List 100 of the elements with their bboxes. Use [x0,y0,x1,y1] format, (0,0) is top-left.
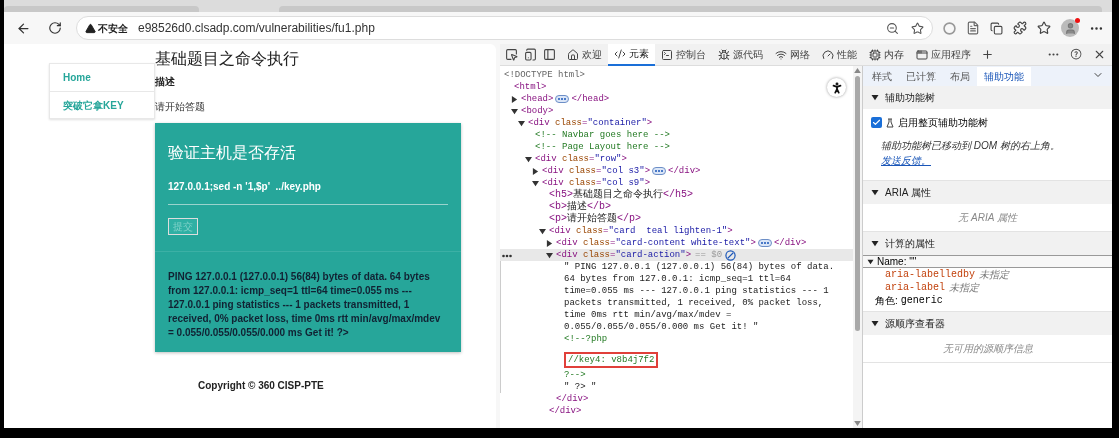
property-key: aria-label [885,282,945,294]
page-heading: 基础题目之命令执行 [155,49,300,69]
code-line: </head> [571,93,610,105]
property-name: Name: "" [877,255,917,269]
section-title: ARIA 属性 [885,186,931,200]
favorites-icon[interactable] [1037,21,1051,35]
element-row[interactable]: <div class="col s3"> </div> [500,165,853,177]
help-icon[interactable] [1070,48,1083,61]
devtools-tab[interactable]: 网络 [769,43,816,66]
circle-icon[interactable] [943,21,956,35]
check-icon [872,118,881,127]
section-header[interactable]: 计算的属性 [863,232,1112,255]
devtools-tab[interactable]: 性能 [816,43,863,66]
expanded-triangle-icon[interactable] [518,120,525,127]
devtools-tab[interactable]: 内存 [863,43,910,66]
expanded-triangle-icon[interactable] [871,189,879,196]
element-row[interactable]: <div class="card-content white-text"> </div> [500,237,853,249]
tab-icon [718,48,730,61]
expanded-triangle-icon[interactable] [871,240,879,247]
section-title: 源顺序查看器 [885,317,945,331]
device-icon[interactable] [524,48,537,61]
section-header[interactable]: 辅助功能树 [863,86,1112,109]
code-line: <div class="container"> [528,117,653,129]
property-key: aria-labelledby [885,269,975,281]
element-row[interactable]: <div class="container"> [500,117,853,129]
element-row[interactable]: <body> [500,105,853,117]
element-row[interactable]: <div class="col s9"> [500,177,853,189]
expanded-triangle-icon[interactable] [525,156,532,163]
expanded-triangle-icon[interactable] [871,94,879,101]
checkbox[interactable] [871,117,882,128]
element-row[interactable]: <head> </head> [500,93,853,105]
code-line: </div> [556,394,589,404]
code-line: <b>描述</b> [549,201,612,212]
property-value: generic [900,295,943,307]
avatar[interactable] [1061,19,1079,37]
property-row[interactable]: Name: "" [863,255,1112,268]
code-comment: <!--?php [564,333,608,345]
expanded-triangle-icon[interactable] [867,258,874,265]
feedback-link[interactable]: 发送反馈。 [881,153,931,168]
empty-message: 无 ARIA 属性 [958,212,1017,223]
code-line: <p>请开始答题</p> [549,213,642,224]
element-row[interactable]: <html> [500,81,853,93]
copyright-text: Copyright © 360 CISP-PTE [198,380,324,391]
address-bar[interactable]: 不安全 e98526d0.clsadp.com/vulnerabilities/fu1.php [76,16,933,40]
element-row[interactable]: <div class="card-action"> == $0 [500,249,853,261]
tab-icon [614,47,626,60]
code-line: <head> [521,93,554,105]
element-row[interactable]: <div class="row"> [500,153,853,165]
collapsed-triangle-icon[interactable] [532,168,539,175]
devtools-tab[interactable]: 控制台 [655,43,712,66]
devtools-tab[interactable]: 元素 [608,43,655,66]
devtools-tab[interactable]: 欢迎 [561,43,608,66]
scroll-up-icon[interactable] [854,68,861,73]
url-text: e98526d0.clsadp.com/vulnerabilities/fu1.php [138,20,375,37]
expanded-triangle-icon[interactable] [532,180,539,187]
tab-icon [775,48,787,61]
zoom-out-icon[interactable] [886,21,899,35]
code-text: " ?> " [564,382,597,392]
accessibility-button[interactable] [827,78,846,97]
code-line: </div> [773,237,807,249]
tab-icon [869,48,881,61]
section-header[interactable]: 源顺序查看器 [863,312,1112,335]
code-comment: <!-- Navbar goes here --> [535,129,671,141]
devtools-tab[interactable]: 应用程序 [910,43,977,66]
close-icon[interactable] [1093,48,1106,61]
code-line: <div class="card-action"> [556,249,692,261]
empty-message: 无可用的源顺序信息 [942,343,1033,354]
sidebar-tab[interactable]: 布局 [943,67,977,86]
expanded-triangle-icon[interactable] [511,108,518,115]
collections-icon[interactable] [990,21,1003,35]
collapsed-triangle-icon[interactable] [546,240,553,247]
star-icon[interactable] [911,21,924,35]
code-line: <html> [514,81,547,93]
puzzle-icon[interactable] [1013,21,1027,35]
document-icon[interactable] [966,21,980,35]
description-label: 描述 [155,75,176,89]
code-text: " PING 127.0.0.1 (127.0.0.1) 56(84) bytes of data. 64 bytes from 127.0.0.1: icmp_seq=1 ttl=64 time=0.055 ms --- 127.0.0.1 ping statistics --- 1 packets transmitted, 1 received, 0% packet loss, time 0ms rtt min/avg/max/mdev = 0.055/0.055/0.055/0.000 ms Get it! " [564,262,835,332]
property-value: 未指定 [979,269,1009,281]
add-tab-icon[interactable] [981,48,994,61]
scrollbar-thumb[interactable] [855,76,860,331]
element-row[interactable]: <div class="card teal lighten-1"> [500,225,853,237]
user-icon [1063,21,1077,35]
section-header[interactable]: ARIA 属性 [863,181,1112,204]
sidebar-tab[interactable]: 辅助功能 [977,67,1031,86]
devtools-tab[interactable]: 源代码 [712,43,769,66]
warning-icon [85,22,96,34]
ellipsis-icon[interactable] [502,254,512,258]
sidebar-icon[interactable] [543,48,556,61]
intro-text: 请开始答题 [155,100,206,114]
property-key: 角色: [875,295,898,307]
sidebar-tab[interactable]: 样式 [865,67,899,86]
inspect-icon[interactable] [505,48,518,61]
code-line: </div> [549,406,582,416]
expanded-triangle-icon[interactable] [871,320,879,327]
security-label[interactable]: 不安全 [98,20,128,36]
expanded-triangle-icon[interactable] [546,252,553,259]
sidebar-tab[interactable]: 已计算 [899,67,943,86]
expanded-triangle-icon[interactable] [539,228,546,235]
collapsed-triangle-icon[interactable] [511,96,518,103]
scroll-down-icon[interactable] [854,421,861,426]
